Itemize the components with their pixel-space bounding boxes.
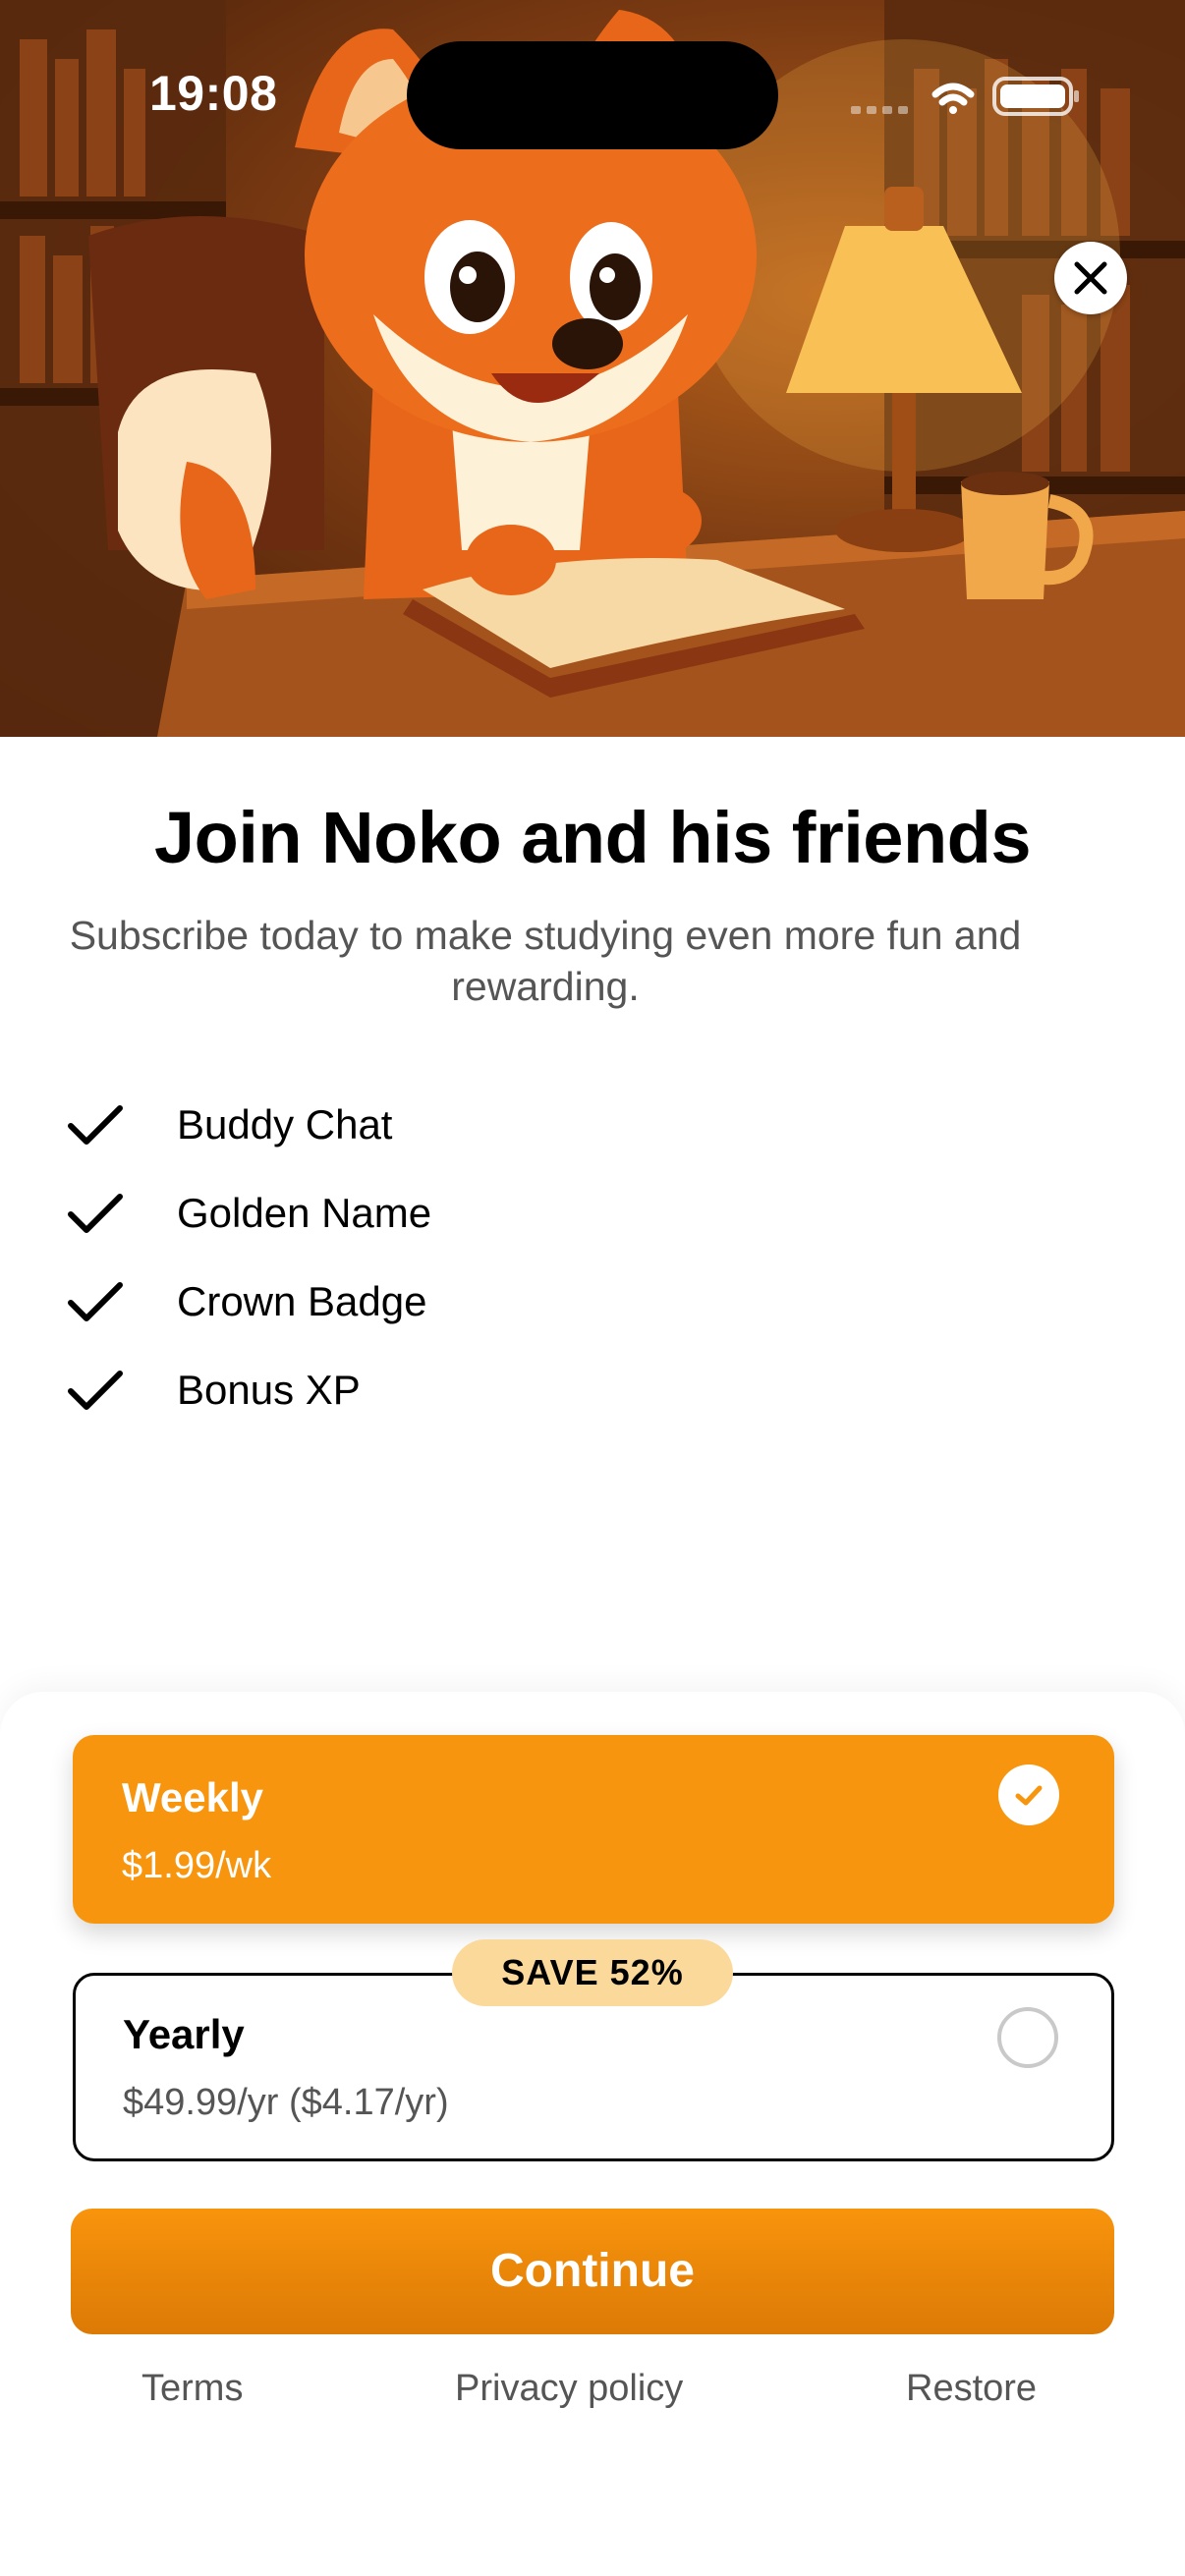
plan-price: $1.99/wk [122, 1845, 272, 1886]
cellular-signal-icon [851, 106, 908, 114]
save-badge: SAVE 52% [452, 1939, 733, 2006]
feature-label: Golden Name [177, 1190, 432, 1236]
plan-weekly-option[interactable]: Weekly $1.99/wk [73, 1735, 1114, 1924]
plan-name: Weekly [122, 1774, 263, 1820]
restore-link[interactable]: Restore [906, 2368, 1037, 2410]
feature-item: Buddy Chat [67, 1081, 951, 1169]
plan-name: Yearly [123, 2011, 245, 2057]
status-icons [845, 73, 1081, 122]
unselected-radio[interactable] [997, 2007, 1058, 2068]
privacy-policy-link[interactable]: Privacy policy [455, 2368, 683, 2410]
dynamic-island [407, 41, 778, 149]
plan-price: $49.99/yr ($4.17/yr) [123, 2082, 449, 2123]
feature-list: Buddy Chat Golden Name Crown Badge Bonus… [67, 1081, 951, 1434]
feature-item: Bonus XP [67, 1346, 951, 1434]
checkmark-icon [68, 1105, 123, 1145]
checkmark-icon [68, 1371, 123, 1410]
continue-button[interactable]: Continue [71, 2209, 1114, 2334]
checkmark-icon [68, 1282, 123, 1321]
terms-link[interactable]: Terms [141, 2368, 243, 2410]
checkmark-icon [1015, 1785, 1043, 1806]
checkmark-icon [68, 1194, 123, 1233]
page-title: Join Noko and his friends [153, 797, 1032, 878]
feature-label: Bonus XP [177, 1367, 361, 1413]
page-subtitle: Subscribe today to make studying even mo… [69, 913, 1022, 1009]
status-time: 19:08 [149, 66, 278, 121]
close-icon [1074, 261, 1107, 295]
wifi-icon [931, 83, 975, 114]
feature-label: Crown Badge [177, 1278, 427, 1324]
battery-icon [992, 77, 1079, 116]
selected-radio[interactable] [998, 1764, 1059, 1825]
feature-item: Golden Name [67, 1169, 951, 1258]
close-button[interactable] [1054, 242, 1127, 314]
feature-item: Crown Badge [67, 1258, 951, 1346]
feature-label: Buddy Chat [177, 1101, 393, 1148]
